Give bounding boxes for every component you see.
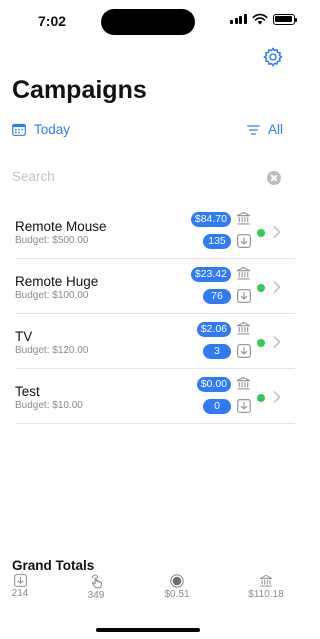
total-spend-value: $110.18	[248, 589, 284, 600]
bank-icon	[259, 574, 273, 587]
gear-icon[interactable]	[262, 46, 284, 68]
download-count-badge: 76	[203, 289, 231, 304]
status-time: 7:02	[38, 13, 67, 29]
tap-hand-icon	[91, 574, 102, 589]
total-taps-value: 349	[87, 590, 105, 601]
spend-badge: $84.70	[190, 212, 231, 227]
campaign-row[interactable]: TV Budget: $120.00 $2.06 3	[15, 314, 295, 369]
date-filter-button[interactable]: Today	[12, 122, 70, 137]
download-box-icon	[237, 234, 251, 248]
campaign-row[interactable]: Remote Huge Budget: $100.00 $23.42 76	[15, 259, 295, 314]
total-impressions-cost-value: $0.51	[164, 589, 190, 600]
bank-icon	[236, 376, 251, 390]
cellular-signal-icon	[230, 14, 247, 24]
download-count-badge: 3	[203, 344, 231, 359]
campaign-row[interactable]: Remote Mouse Budget: $500.00 $84.70 135	[15, 204, 295, 259]
download-box-icon	[237, 344, 251, 358]
campaign-budget: Budget: $10.00	[15, 400, 83, 411]
campaign-list: Remote Mouse Budget: $500.00 $84.70 135 …	[15, 204, 295, 424]
record-circle-icon	[170, 574, 184, 588]
campaign-budget: Budget: $500.00	[15, 235, 89, 246]
bank-icon	[236, 266, 251, 280]
active-status-dot	[257, 229, 265, 237]
date-filter-label: Today	[34, 122, 71, 137]
campaign-budget: Budget: $120.00	[15, 345, 89, 356]
type-filter-button[interactable]: All	[247, 122, 283, 137]
active-status-dot	[257, 394, 265, 402]
status-icons	[230, 13, 297, 25]
grand-totals-title: Grand Totals	[12, 558, 95, 573]
status-bar: 7:02	[0, 0, 297, 44]
spend-badge: $0.00	[196, 377, 231, 392]
active-status-dot	[257, 339, 265, 347]
download-count-badge: 0	[203, 399, 231, 414]
chevron-right-icon	[273, 336, 281, 348]
grand-totals-bar: 214 349 $0.51 $110.18	[0, 574, 295, 608]
dynamic-island	[101, 9, 195, 35]
type-filter-label: All	[267, 122, 283, 137]
campaign-row[interactable]: Test Budget: $10.00 $0.00 0	[15, 369, 295, 424]
spend-badge: $23.42	[190, 267, 231, 282]
home-indicator	[96, 628, 200, 632]
battery-icon	[272, 13, 297, 25]
campaign-name: Remote Mouse	[15, 219, 107, 234]
chevron-right-icon	[273, 281, 281, 293]
spend-badge: $2.06	[196, 322, 231, 337]
filter-row: Today All	[12, 122, 283, 142]
clear-circle-icon[interactable]	[267, 171, 281, 185]
campaign-budget: Budget: $100.00	[15, 290, 89, 301]
wifi-icon	[252, 13, 267, 25]
campaign-name: Remote Huge	[15, 274, 99, 289]
total-downloads-value: 214	[11, 588, 29, 599]
search-bar	[12, 168, 281, 188]
campaign-name: TV	[15, 329, 33, 344]
filter-lines-icon	[247, 124, 260, 135]
download-box-icon	[237, 289, 251, 303]
page-title: Campaigns	[12, 76, 147, 104]
total-impressions-cost: $0.51	[147, 574, 207, 600]
total-taps: 349	[66, 574, 126, 601]
bank-icon	[236, 211, 251, 225]
download-count-badge: 135	[203, 234, 231, 249]
download-box-icon	[13, 574, 27, 587]
total-downloads: 214	[0, 574, 50, 599]
total-spend: $110.18	[236, 574, 296, 600]
download-box-icon	[237, 399, 251, 413]
bank-icon	[236, 321, 251, 335]
calendar-icon	[12, 123, 26, 136]
active-status-dot	[257, 284, 265, 292]
campaign-name: Test	[15, 384, 40, 399]
chevron-right-icon	[273, 391, 281, 403]
chevron-right-icon	[273, 226, 281, 238]
search-input[interactable]	[12, 169, 242, 184]
